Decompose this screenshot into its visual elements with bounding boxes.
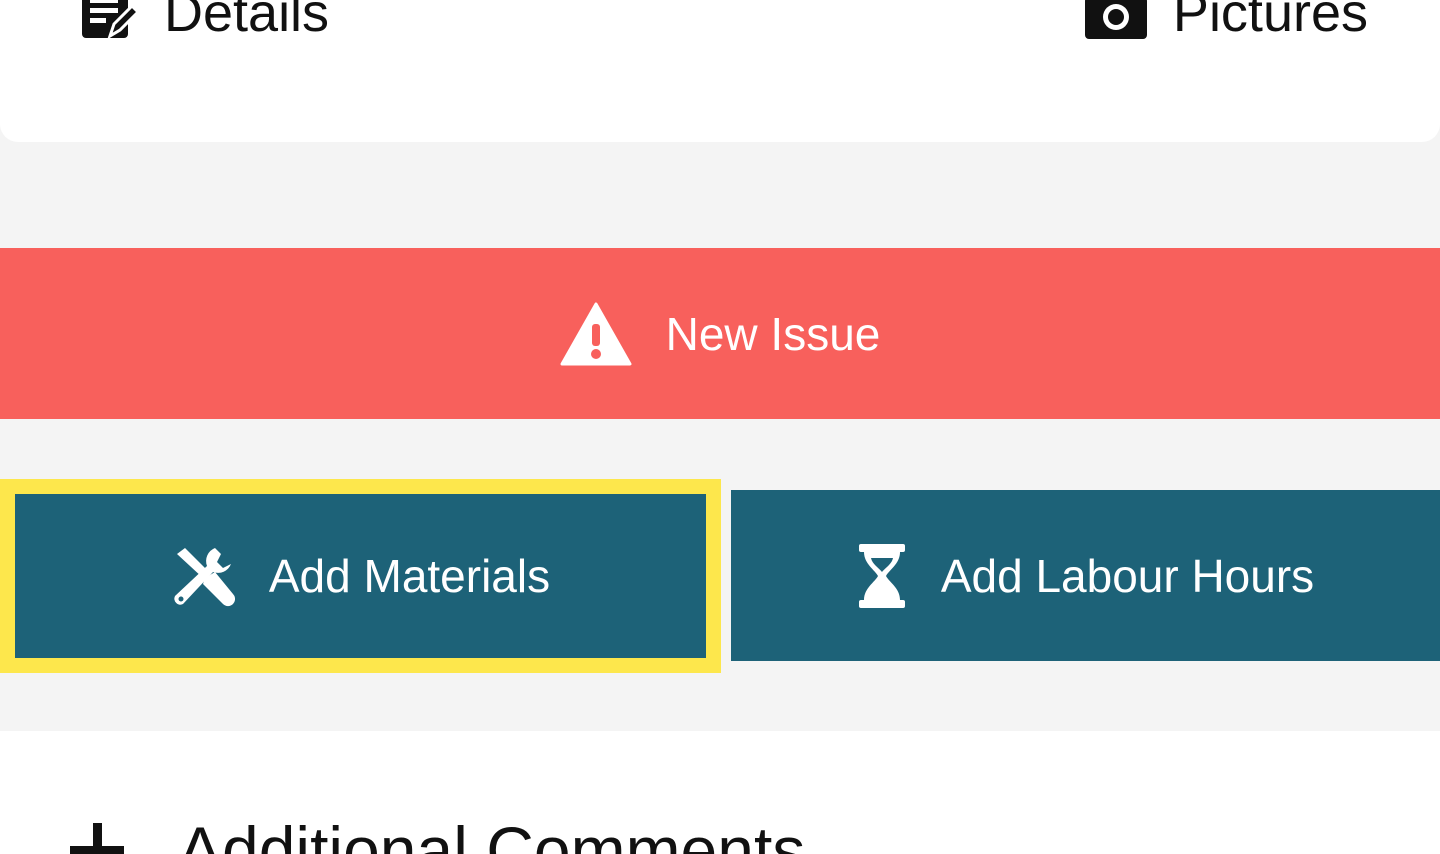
hourglass-icon	[857, 543, 907, 608]
tab-details[interactable]: Details	[80, 0, 329, 48]
edit-document-icon	[80, 0, 140, 40]
additional-comments-toggle[interactable]: Additional Comments	[70, 812, 805, 854]
warning-triangle-icon	[560, 302, 632, 366]
tab-details-label: Details	[164, 0, 330, 43]
additional-comments-label: Additional Comments	[178, 813, 806, 854]
tab-pictures[interactable]: Pictures	[1083, 0, 1368, 48]
add-labour-hours-label: Add Labour Hours	[940, 549, 1315, 602]
camera-icon	[1083, 0, 1149, 41]
new-issue-label: New Issue	[665, 307, 881, 360]
add-materials-button[interactable]: Add Materials	[0, 479, 721, 673]
add-materials-label: Add Materials	[268, 550, 551, 602]
tab-pictures-label: Pictures	[1172, 0, 1368, 43]
page: Details Pictures New Issue Add Materials…	[0, 0, 1440, 854]
new-issue-button[interactable]: New Issue	[0, 248, 1440, 419]
add-labour-hours-button[interactable]: Add Labour Hours	[731, 490, 1440, 661]
tools-icon	[171, 544, 235, 608]
plus-icon	[70, 823, 124, 854]
